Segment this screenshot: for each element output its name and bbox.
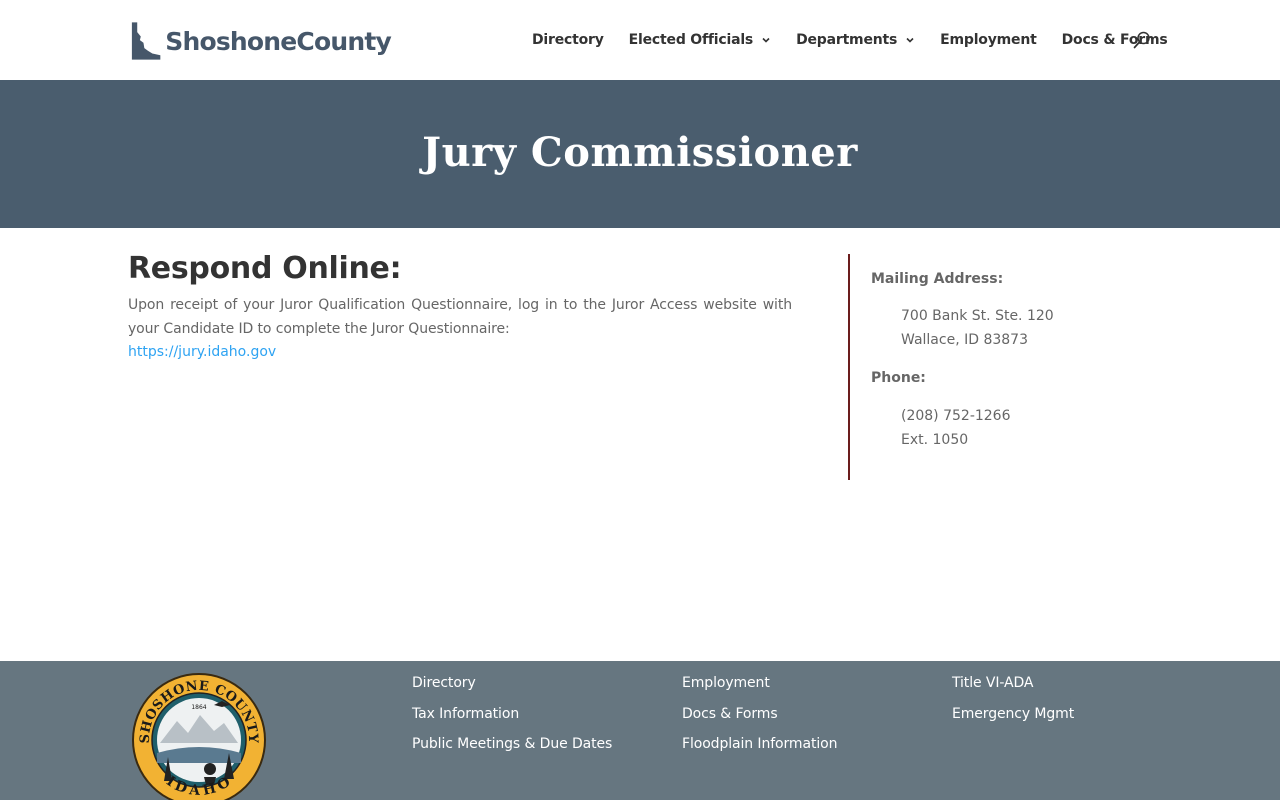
main-content: Respond Online: Upon receipt of your Jur… <box>128 250 792 365</box>
search-icon[interactable] <box>1133 31 1151 49</box>
respond-online-heading: Respond Online: <box>128 251 402 286</box>
footer-link-public-meetings[interactable]: Public Meetings & Due Dates <box>412 735 612 766</box>
chevron-down-icon <box>906 37 914 43</box>
nav-directory-label: Directory <box>532 32 604 48</box>
nav-elected-officials-label: Elected Officials <box>628 32 754 48</box>
instructions-paragraph: Upon receipt of your Juror Qualification… <box>128 297 792 337</box>
mailing-address-label: Mailing Address: <box>871 271 1004 287</box>
footer-link-directory[interactable]: Directory <box>412 674 612 705</box>
nav-docs-forms[interactable]: Docs & Forms <box>1062 32 1168 48</box>
footer-link-docs-forms[interactable]: Docs & Forms <box>682 705 837 736</box>
county-seal-icon: SHOSHONE COUNTY IDAHO 1864 <box>132 673 266 800</box>
nav-elected-officials[interactable]: Elected Officials <box>629 32 771 48</box>
nav-employment-label: Employment <box>940 32 1037 48</box>
footer-link-employment[interactable]: Employment <box>682 674 837 705</box>
nav-docs-forms-label: Docs & Forms <box>1061 32 1168 48</box>
nav-employment[interactable]: Employment <box>940 32 1037 48</box>
site-logo[interactable]: ShoshoneCounty <box>131 18 392 64</box>
site-header: ShoshoneCounty Directory Elected Officia… <box>0 0 1280 80</box>
nav-directory[interactable]: Directory <box>532 32 604 48</box>
chevron-down-icon <box>762 37 770 43</box>
footer-column-1: Directory Tax Information Public Meeting… <box>412 674 612 766</box>
logo-text: ShoshoneCounty <box>165 26 392 56</box>
phone-label: Phone: <box>871 370 926 386</box>
footer-link-title-vi-ada[interactable]: Title VI-ADA <box>952 674 1074 705</box>
seal-year: 1864 <box>191 704 206 711</box>
footer-link-floodplain[interactable]: Floodplain Information <box>682 735 837 766</box>
footer-link-emergency-mgmt[interactable]: Emergency Mgmt <box>952 705 1074 736</box>
footer-link-tax-information[interactable]: Tax Information <box>412 705 612 736</box>
footer-column-2: Employment Docs & Forms Floodplain Infor… <box>682 674 837 766</box>
nav-departments-label: Departments <box>796 32 898 48</box>
page-title: Jury Commissioner <box>422 128 858 176</box>
site-footer: SHOSHONE COUNTY IDAHO 1864 Directory Tax… <box>0 661 1280 800</box>
footer-column-3: Title VI-ADA Emergency Mgmt <box>952 674 1074 735</box>
phone-number: (208) 752-1266 <box>901 408 1011 424</box>
address-line-2: Wallace, ID 83873 <box>901 332 1028 348</box>
jury-website-link[interactable]: https://jury.idaho.gov <box>128 341 276 365</box>
page-hero: Jury Commissioner <box>0 80 1280 228</box>
phone-extension: Ext. 1050 <box>901 432 969 448</box>
contact-sidebar: Mailing Address: 700 Bank St. Ste. 120 W… <box>848 254 1148 480</box>
idaho-state-icon <box>131 22 161 60</box>
address-line-1: 700 Bank St. Ste. 120 <box>901 308 1054 324</box>
main-nav: Directory Elected Officials Departments … <box>532 31 1192 49</box>
nav-departments[interactable]: Departments <box>796 32 915 48</box>
